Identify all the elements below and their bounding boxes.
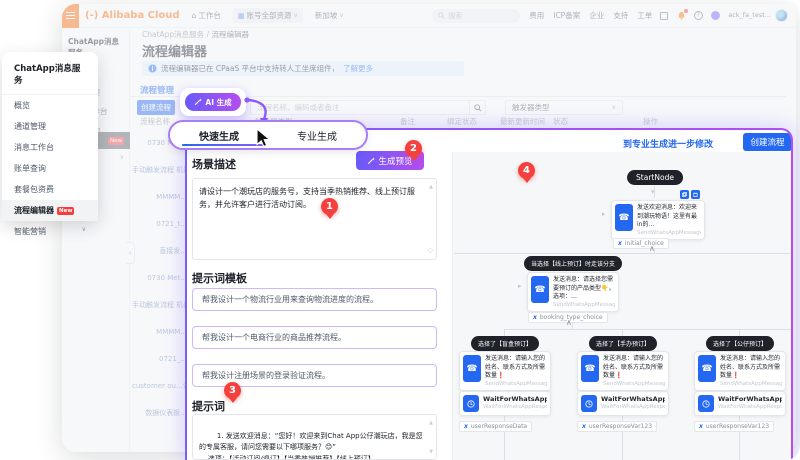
branch-label: 选择了【公仔预订】 xyxy=(706,336,774,351)
chevron-right-icon[interactable]: ▸ xyxy=(602,210,606,218)
chevron-down-icon: ∨ xyxy=(82,226,86,237)
scene-description-title: 场景描述 xyxy=(192,156,236,172)
variable-tag[interactable]: xuserResponseData xyxy=(459,421,532,432)
create-flow-button[interactable]: 创建流程 xyxy=(743,133,791,151)
menu-item-workbench[interactable]: 消息工作台 xyxy=(2,137,98,158)
ai-generate-button[interactable]: AI 生成 xyxy=(185,93,241,111)
chatapp-menu-popover: ChatApp消息服务 概览 通道管理 消息工作台 账单查询 套餐包资费 流程编… xyxy=(2,52,98,220)
menu-item-package[interactable]: 套餐包资费 xyxy=(2,179,98,200)
variable-tag[interactable]: xinitial_choice xyxy=(613,238,669,249)
delete-node-button[interactable] xyxy=(691,190,700,199)
go-pro-edit-link[interactable]: 到专业生成进一步修改 xyxy=(623,137,713,150)
resize-handle-icon[interactable]: ◇ xyxy=(428,245,433,257)
menu-item-flow-editor[interactable]: 流程编辑器New xyxy=(2,200,98,221)
collect-info-node[interactable]: ☎ 发送消息：请输入您的姓名、联系方式及所需数量❗SendWhatsAppMes… xyxy=(694,351,786,391)
prompt-templates-title: 提示词模板 xyxy=(192,270,247,286)
whatsapp-icon: ☎ xyxy=(531,276,549,303)
collapse-up-icon[interactable]: ∧ xyxy=(649,244,655,253)
template-card-ecommerce[interactable]: 帮我设计一个电商行业的商品推荐流程。 xyxy=(192,326,437,349)
scroll-up-icon[interactable]: ▲ xyxy=(429,183,433,191)
menu-item-billing[interactable]: 账单查询 xyxy=(2,158,98,179)
branch-column-blindbox: 选择了【盲盒预订】 ☎ 发送消息：请输入您的姓名、联系方式及所需数量❗SendW… xyxy=(459,329,551,460)
wait-response-node[interactable]: WaitForWhatsAppResp...WaitForWhatsAppRes… xyxy=(694,391,786,416)
menu-item-smart-marketing[interactable]: 智能营销∨ xyxy=(2,221,98,242)
branch-column-doll: 选择了【公仔预订】 ☎ 发送消息：请输入您的姓名、联系方式及所需数量❗SendW… xyxy=(694,329,786,460)
copy-node-button[interactable] xyxy=(680,190,689,199)
screenshot-canvas: (-) Alibaba Cloud ⌂工作台 ▦账号全部资源∨ 新加坡∨ 搜索 … xyxy=(0,0,800,460)
tab-pro-generate[interactable]: 专业生成 xyxy=(268,122,366,148)
variable-tag[interactable]: xuserResponseVar123 xyxy=(694,421,774,432)
menu-item-channels[interactable]: 通道管理 xyxy=(2,116,98,137)
template-card-logistics[interactable]: 帮我设计一个物流行业用来查询物流进度的流程。 xyxy=(192,288,437,311)
popover-title: ChatApp消息服务 xyxy=(2,52,98,95)
step-badge-2: 2 xyxy=(405,140,422,157)
step-badge-3: 3 xyxy=(224,382,241,399)
collect-info-node[interactable]: ☎ 发送消息：请输入您的姓名、联系方式及所需数量❗SendWhatsAppMes… xyxy=(577,351,669,391)
wait-response-node[interactable]: WaitForWhatsAppResp...WaitForWhatsAppRes… xyxy=(459,391,551,416)
step-badge-4: 4 xyxy=(518,162,535,179)
wait-response-node[interactable]: WaitForWhatsAppResp...WaitForWhatsAppRes… xyxy=(577,391,669,416)
branch-label: 选择了【盲盒预订】 xyxy=(471,336,539,351)
section-line xyxy=(454,253,791,254)
whatsapp-icon: ☎ xyxy=(463,355,481,382)
scroll-down-icon[interactable]: ▼ xyxy=(429,448,433,456)
mouse-cursor xyxy=(254,128,274,148)
step-badge-1: 1 xyxy=(321,198,338,215)
quick-generate-panel: 到专业生成进一步修改 创建流程 场景描述 生成预览 请设计一个潮玩店的服务号，支… xyxy=(185,128,793,460)
welcome-message-node[interactable]: ☎ 发送欢迎消息：欢迎来到潮玩物语！这里有最in的… SendWhatsAppM… xyxy=(611,200,705,240)
branch-column-figure: 选择了【手办预订】 ☎ 发送消息：请输入您的姓名、联系方式及所需数量❗SendW… xyxy=(577,329,669,460)
whatsapp-icon: ☎ xyxy=(698,355,716,382)
collect-info-node[interactable]: ☎ 发送消息：请输入您的姓名、联系方式及所需数量❗SendWhatsAppMes… xyxy=(459,351,551,391)
whatsapp-icon: ☎ xyxy=(615,204,633,231)
branch-label: 选择了【手办预订】 xyxy=(589,336,657,351)
start-node[interactable]: StartNode xyxy=(627,170,683,185)
prompt-content-box[interactable]: 1. 发送欢迎消息：“您好！欢迎来到Chat App公仔潮玩店，我是您的专属客服… xyxy=(192,414,437,460)
new-badge: New xyxy=(57,207,74,215)
magic-wand-icon xyxy=(367,157,375,165)
ai-generate-spotlight: AI 生成 xyxy=(180,88,246,116)
whatsapp-icon: ☎ xyxy=(581,355,599,382)
booking-type-message-node[interactable]: ☎ 发送消息：请选择您需要预订的产品类型👇，选项：… SendWhatsAppM… xyxy=(527,272,619,312)
clock-icon xyxy=(698,395,714,412)
collapse-up-icon[interactable]: ∧ xyxy=(566,318,572,327)
prompt-title: 提示词 xyxy=(192,398,225,414)
branch-line xyxy=(505,329,791,330)
arrow-down-icon: ▾ xyxy=(651,188,655,196)
clock-icon xyxy=(581,395,597,412)
clock-icon xyxy=(463,395,479,412)
branch-condition-label: 当选择【线上预订】时走该分支 xyxy=(524,256,622,271)
scene-description-textarea[interactable]: 请设计一个潮玩店的服务号，支持当季热销推荐、线上预订服务，并允许客户进行活动订阅… xyxy=(192,178,437,260)
menu-item-overview[interactable]: 概览 xyxy=(2,95,98,116)
scroll-up-icon[interactable]: ▲ xyxy=(429,419,433,427)
chevron-right-icon[interactable]: ▸ xyxy=(518,282,522,290)
magic-wand-icon xyxy=(194,98,202,106)
variable-tag[interactable]: xuserResponseVar123 xyxy=(577,421,657,432)
